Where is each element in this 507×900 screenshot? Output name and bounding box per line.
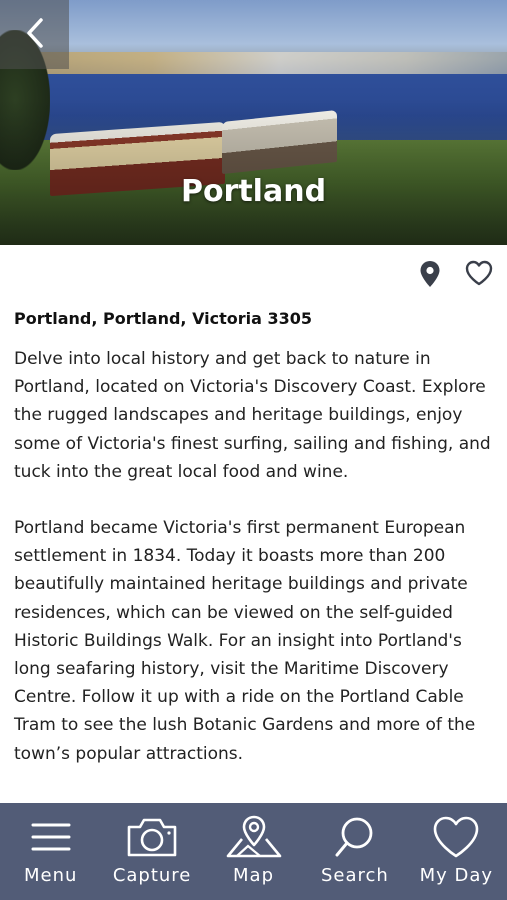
- nav-label: Search: [321, 865, 389, 886]
- map-pin-icon[interactable]: [419, 260, 441, 288]
- nav-label: My Day: [419, 865, 494, 886]
- chevron-left-icon: [25, 17, 45, 52]
- nav-label: Capture: [112, 865, 192, 886]
- address: Portland, Portland, Victoria 3305: [14, 309, 313, 328]
- back-button[interactable]: [0, 0, 69, 69]
- bottom-nav: Menu Capture Map Search My Day: [0, 803, 507, 900]
- hero-image: Portland: [0, 0, 507, 245]
- nav-item-my-day[interactable]: My Day: [406, 803, 507, 900]
- nav-label: Menu: [23, 865, 78, 886]
- map-icon: [224, 815, 284, 859]
- nav-item-capture[interactable]: Capture: [101, 803, 202, 900]
- search-icon: [332, 815, 378, 859]
- description-paragraph: Portland became Victoria's first permane…: [14, 518, 476, 764]
- nav-label: Map: [233, 865, 275, 886]
- page-title: Portland: [180, 174, 327, 209]
- menu-icon: [29, 815, 73, 859]
- description-paragraph: Delve into local history and get back to…: [14, 349, 491, 482]
- nav-item-menu[interactable]: Menu: [0, 803, 101, 900]
- heart-icon: [432, 815, 480, 859]
- nav-item-search[interactable]: Search: [304, 803, 405, 900]
- action-bar: [419, 260, 493, 288]
- camera-icon: [125, 815, 179, 859]
- heart-icon[interactable]: [465, 260, 493, 288]
- nav-item-map[interactable]: Map: [203, 803, 304, 900]
